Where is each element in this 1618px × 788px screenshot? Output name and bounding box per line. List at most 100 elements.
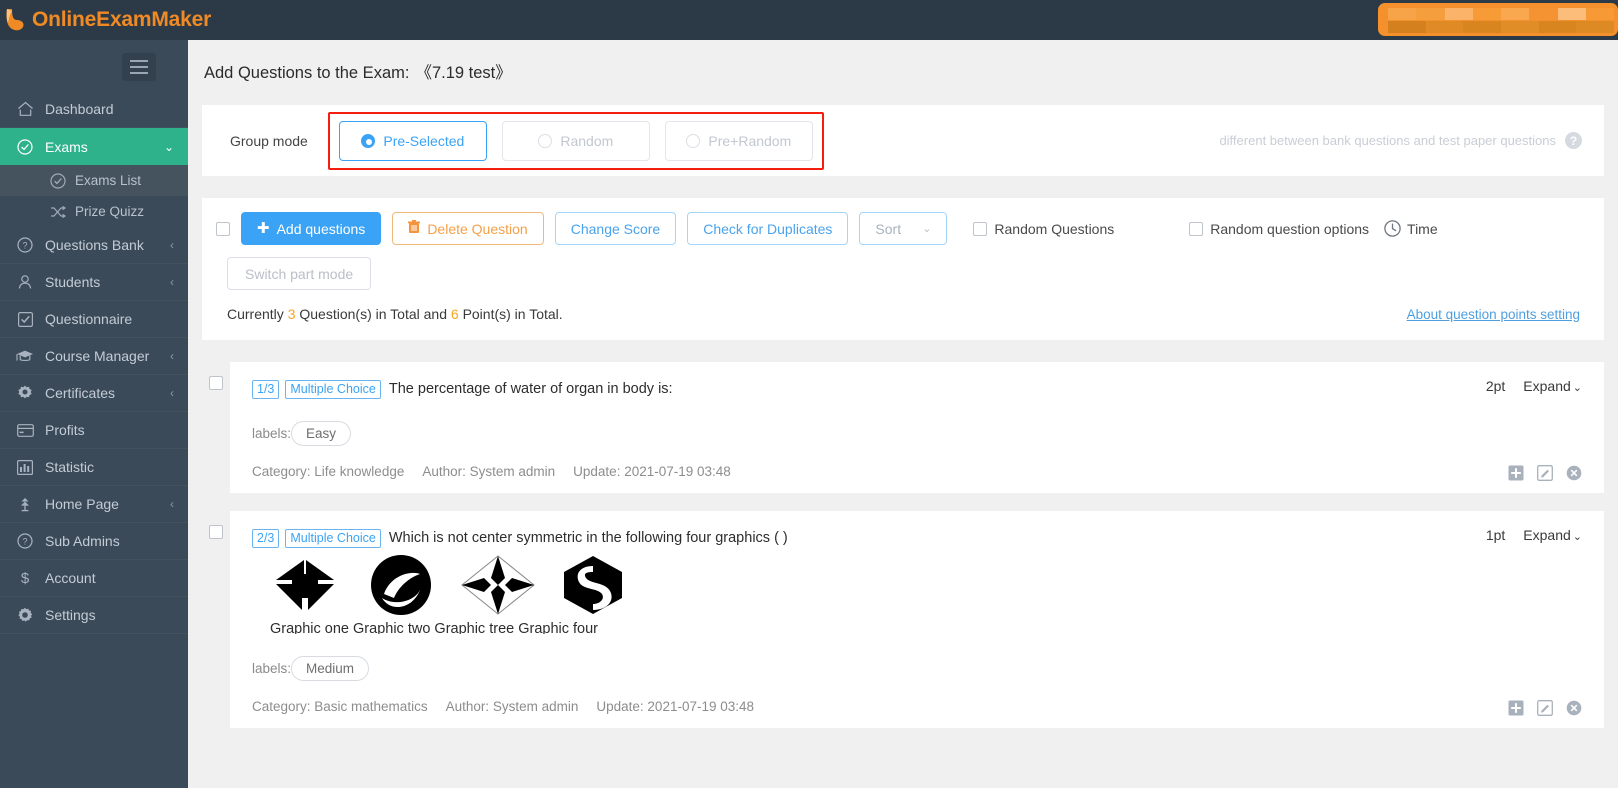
switch-part-mode-row: Switch part mode [202,257,1604,290]
svg-text:?: ? [22,241,27,251]
sidebar-item-label: Course Manager [45,348,150,364]
sidebar-item-label: Statistic [45,459,95,475]
question-expand-toggle[interactable]: Expand ⌄ [1523,378,1582,394]
sidebar-item-sub-admins[interactable]: ? Sub Admins [0,523,188,560]
sort-dropdown[interactable]: Sort ⌄ [859,212,948,245]
random-question-options-checkbox[interactable] [1189,221,1204,236]
chevron-left-icon: ‹ [170,275,174,289]
sidebar-item-exams[interactable]: Exams ⌄ [0,128,199,165]
question-checkbox[interactable] [209,525,223,539]
question-author: Author: System admin [422,464,556,479]
random-questions-checkbox[interactable] [973,221,988,236]
remove-icon[interactable] [1566,700,1582,716]
question-card: 2/3 Multiple Choice Which is not center sy… [230,511,1604,728]
sidebar-item-course-manager[interactable]: Course Manager ‹ [0,338,188,375]
check-duplicates-button[interactable]: Check for Duplicates [687,212,849,245]
graphic-4-icon [558,554,628,616]
add-icon[interactable] [1508,465,1524,481]
sidebar-item-label: Dashboard [45,101,114,117]
app-logo[interactable]: OnlineExamMaker [0,0,211,40]
graphic-2-icon [364,554,438,616]
summary-mid: Question(s) in Total and [299,306,447,322]
sidebar-item-label: Questionnaire [45,311,133,327]
question-expand-label: Expand [1523,378,1571,394]
group-mode-option-random[interactable]: Random [501,120,650,161]
question-icon: ? [14,532,36,550]
add-questions-button[interactable]: ✚ Add questions [241,212,382,245]
bar-chart-icon [14,458,36,476]
graphic-three [461,555,535,615]
sort-label: Sort [875,220,902,237]
question-category: Category: Basic mathematics [252,699,428,714]
questions-summary: Currently 3 Question(s) in Total and 6 P… [202,306,1604,322]
sidebar-item-profits[interactable]: Profits [0,412,188,449]
sidebar-item-questionnaire[interactable]: Questionnaire [0,301,188,338]
radio-icon [686,133,701,148]
group-mode-option-label: Pre-Selected [383,132,465,149]
account-widget-blurred[interactable] [1378,3,1618,36]
card-icon [14,421,36,439]
chevron-down-icon: ⌄ [163,139,174,154]
delete-question-label: Delete Question [427,220,528,237]
question-expand-toggle[interactable]: Expand ⌄ [1523,527,1582,543]
page-title: Add Questions to the Exam: 《7.19 test》 [188,40,1618,83]
sidebar-item-home-page[interactable]: Home Page ‹ [0,486,188,523]
shuffle-icon [48,205,68,219]
question-labels-prefix: labels: [252,426,292,441]
question-mark-icon[interactable]: ? [1565,132,1582,149]
time-button[interactable]: Time [1384,220,1438,237]
chevron-left-icon: ‹ [170,497,174,511]
about-question-points-link[interactable]: About question points setting [1407,307,1580,322]
graphic-one [276,560,334,610]
remove-icon[interactable] [1566,465,1582,481]
dollar-icon: $ [14,569,36,587]
edit-icon[interactable] [1537,700,1553,716]
sidebar-item-settings[interactable]: Settings [0,597,188,634]
sidebar-item-label: Settings [45,607,96,623]
question-checkbox[interactable] [209,376,223,390]
random-questions-option[interactable]: Random Questions [973,221,1114,237]
group-mode-option-label: Pre+Random [708,132,792,149]
group-mode-option-label: Random [560,132,614,149]
change-score-label: Change Score [570,220,661,237]
sidebar-subitem-prize-quizz[interactable]: Prize Quizz [0,196,188,227]
sidebar-item-account[interactable]: $ Account [0,560,188,597]
sidebar-item-label: Certificates [45,385,116,401]
sidebar-subitem-label: Prize Quizz [75,204,145,219]
sidebar-item-label: Sub Admins [45,533,120,549]
badge-icon [14,384,36,402]
edit-icon[interactable] [1537,465,1553,481]
plus-icon: ✚ [257,220,270,237]
group-mode-option-pre-random[interactable]: Pre+Random [664,120,813,161]
random-question-options-option[interactable]: Random question options [1189,221,1369,237]
top-bar: OnlineExamMaker [0,0,1618,40]
question-meta: Category: Basic mathematics Author: Syste… [252,699,1582,714]
user-icon [14,273,36,291]
question-graphics-caption: Graphic one Graphic two Graphic tree Gra… [270,621,599,634]
hamburger-icon[interactable] [122,53,156,81]
sidebar-item-label: Account [45,570,96,586]
delete-question-button[interactable]: Delete Question [392,212,544,245]
chevron-left-icon: ‹ [170,349,174,363]
question-type-badge: Multiple Choice [285,380,381,399]
svg-text:?: ? [22,537,27,547]
group-mode-option-pre-selected[interactable]: Pre-Selected [338,120,487,161]
sidebar-item-certificates[interactable]: Certificates ‹ [0,375,188,412]
sidebar-item-dashboard[interactable]: Dashboard [0,91,188,128]
sidebar-item-students[interactable]: Students ‹ [0,264,188,301]
home-icon [14,100,36,118]
change-score-button[interactable]: Change Score [554,212,677,245]
sidebar-subitem-exams-list[interactable]: Exams List [0,165,188,196]
select-all-checkbox[interactable] [216,221,230,236]
graphic-3-icon [460,554,536,616]
add-icon[interactable] [1508,700,1524,716]
sidebar-item-questions-bank[interactable]: ? Questions Bank ‹ [0,227,188,264]
question-difficulty-tag: Easy [291,421,352,446]
chevron-left-icon: ‹ [170,386,174,400]
switch-part-mode-button[interactable]: Switch part mode [227,257,372,290]
sidebar-item-statistic[interactable]: Statistic [0,449,188,486]
question-icon: ? [14,236,36,254]
add-questions-label: Add questions [276,220,366,237]
random-questions-label: Random Questions [994,220,1115,237]
sidebar-item-label: Exams [45,138,88,155]
